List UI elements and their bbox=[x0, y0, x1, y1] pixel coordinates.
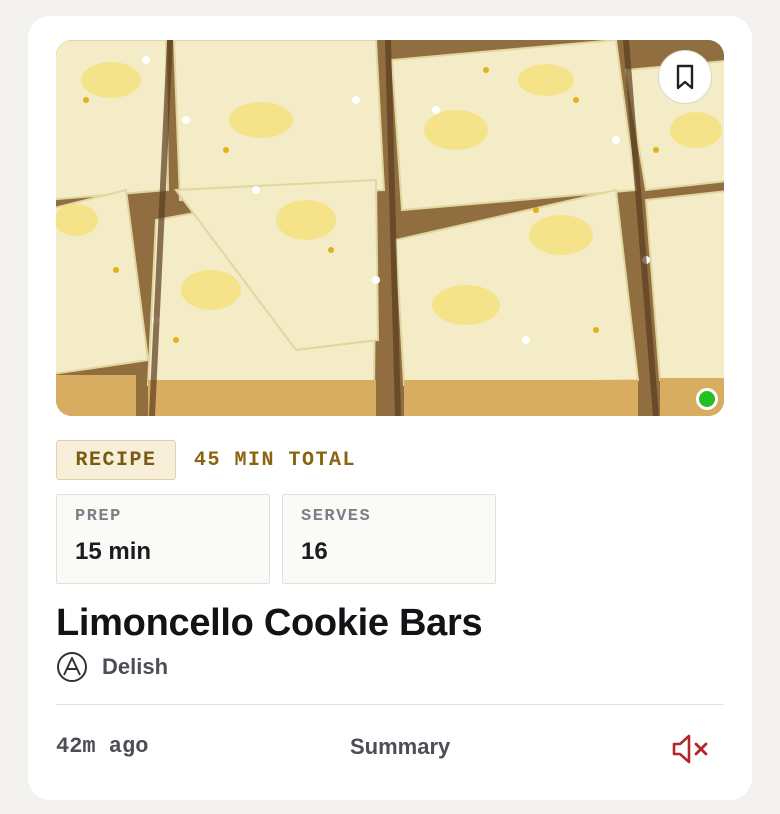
source[interactable]: Delish bbox=[56, 651, 168, 683]
stat-value: 15 min bbox=[75, 538, 152, 565]
recipe-card[interactable]: RECIPE 45 MIN TOTAL PREP 15 min SERVES 1… bbox=[28, 16, 752, 800]
speaker-muted-icon bbox=[672, 734, 708, 764]
stat-box-serves: SERVES 16 bbox=[282, 494, 496, 584]
total-time: 45 MIN TOTAL bbox=[194, 448, 357, 472]
mute-button[interactable] bbox=[670, 732, 710, 771]
divider bbox=[56, 704, 724, 705]
recipe-title[interactable]: Limoncello Cookie Bars bbox=[56, 602, 483, 645]
timestamp: 42m ago bbox=[56, 734, 149, 759]
status-indicator bbox=[696, 388, 718, 410]
stat-box-prep: PREP 15 min bbox=[56, 494, 270, 584]
bookmark-icon bbox=[676, 64, 694, 90]
stat-value: 16 bbox=[301, 538, 328, 565]
recipe-photo[interactable] bbox=[56, 40, 724, 416]
delish-logo-icon bbox=[57, 652, 87, 682]
stat-label: SERVES bbox=[301, 507, 372, 526]
stat-label: PREP bbox=[75, 507, 122, 526]
source-name: Delish bbox=[102, 654, 169, 679]
bookmark-button[interactable] bbox=[658, 50, 712, 104]
category-tag: RECIPE bbox=[56, 440, 176, 480]
summary-button[interactable]: Summary bbox=[350, 734, 450, 760]
cookie-bars-image bbox=[56, 40, 724, 416]
